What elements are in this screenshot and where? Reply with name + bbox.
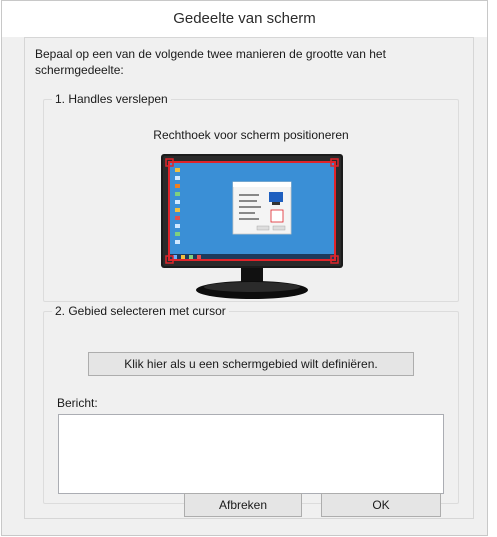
dialog-client-area: Bepaal op een van de volgende twee manie… xyxy=(24,37,474,519)
cursor-select-legend: 2. Gebied selecteren met cursor xyxy=(55,304,226,318)
dialog-window: Gedeelte van scherm Bepaal op een van de… xyxy=(1,0,488,536)
define-screen-area-button[interactable]: Klik hier als u een schermgebied wilt de… xyxy=(88,352,414,376)
intro-text: Bepaal op een van de volgende twee manie… xyxy=(35,47,386,77)
ok-button[interactable]: OK xyxy=(321,493,441,517)
drag-handles-legend: 1. Handles verslepen xyxy=(55,92,168,106)
cursor-select-group: 2. Gebied selecteren met cursor Klik hie… xyxy=(43,304,459,504)
message-label: Bericht: xyxy=(57,396,98,410)
cancel-button[interactable]: Afbreken xyxy=(184,493,302,517)
monitor-preview xyxy=(161,154,343,302)
drag-handles-group: 1. Handles verslepen Rechthoek voor sche… xyxy=(43,92,459,302)
dialog-title: Gedeelte van scherm xyxy=(2,1,487,37)
message-field[interactable] xyxy=(58,414,444,494)
monitor-icon xyxy=(161,154,343,299)
position-rectangle-caption: Rechthoek voor scherm positioneren xyxy=(153,128,349,142)
